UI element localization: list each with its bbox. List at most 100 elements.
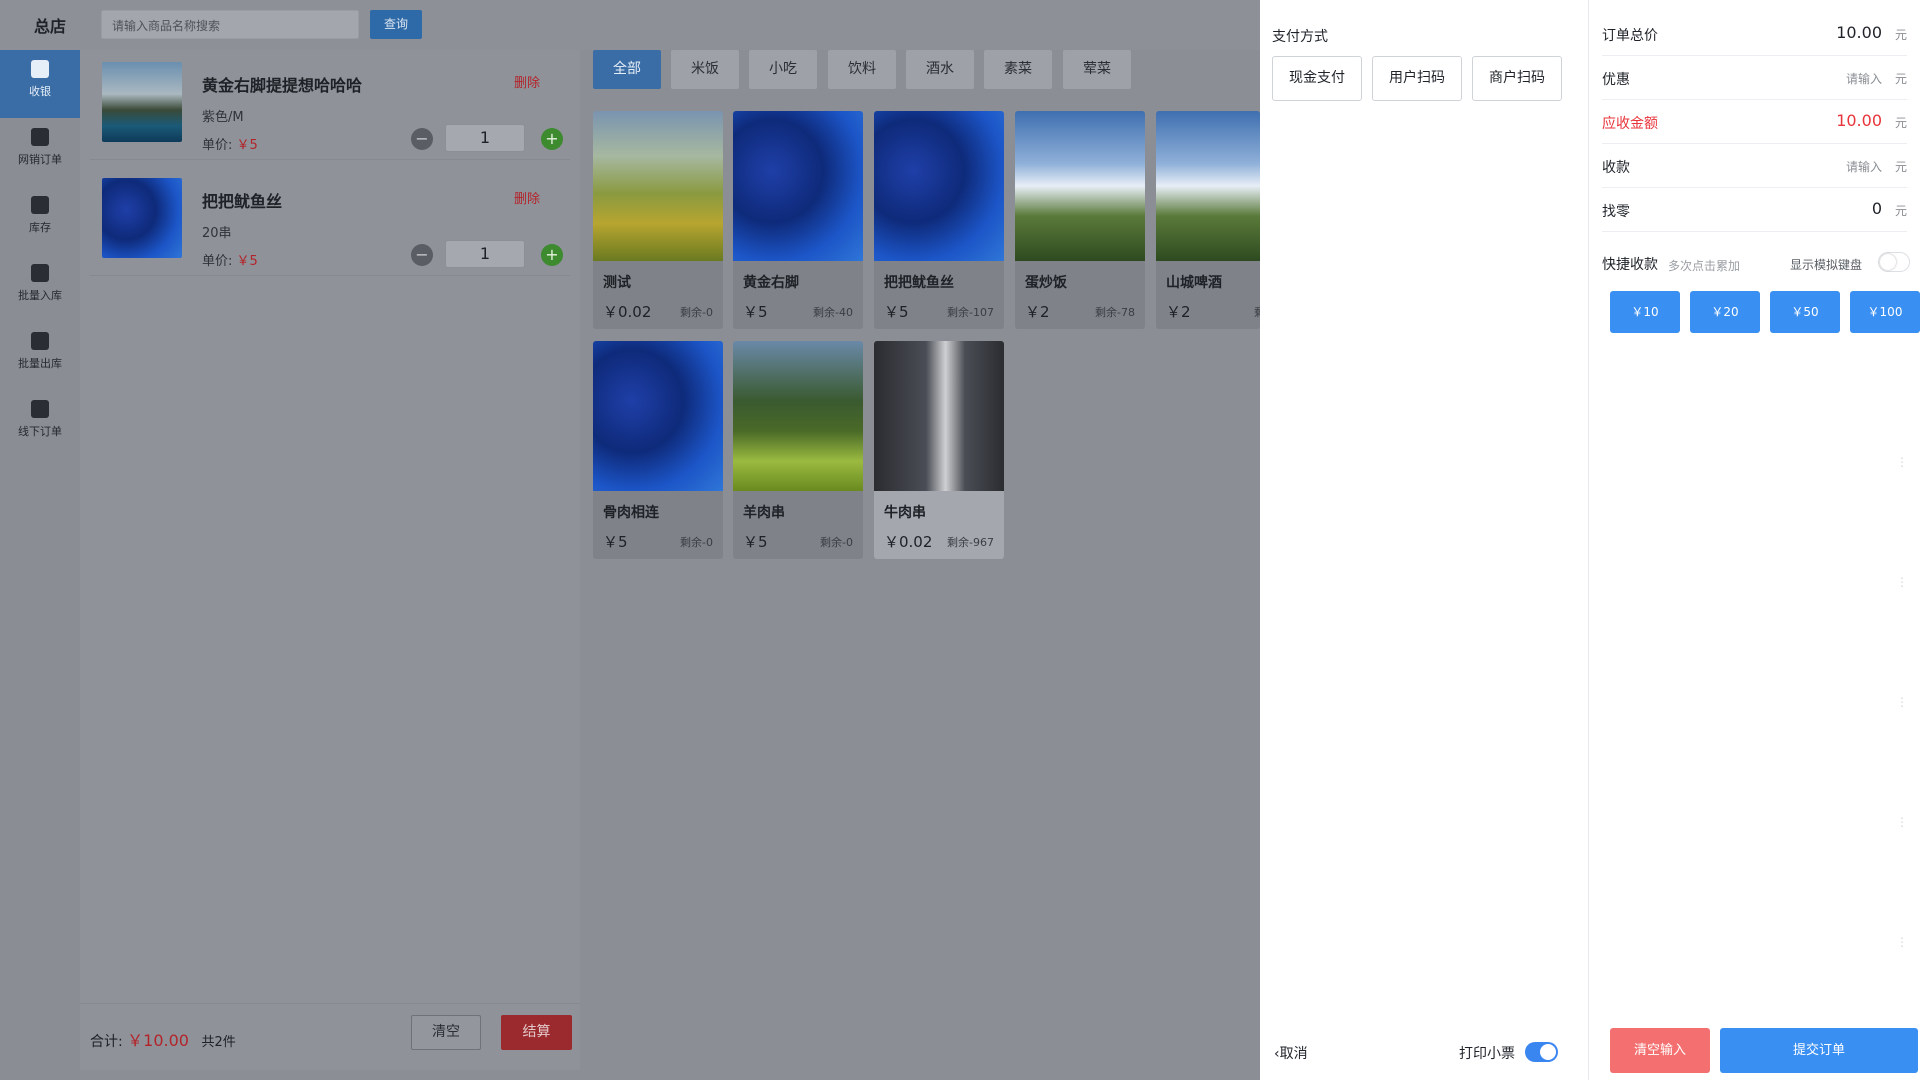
category-tab-drink[interactable]: 饮料 — [828, 50, 896, 89]
category-tab-all[interactable]: 全部 — [593, 50, 661, 89]
clear-input-button[interactable]: 清空输入 — [1610, 1028, 1710, 1073]
product-card[interactable]: 山城啤酒￥2剩余 — [1156, 111, 1260, 329]
quick-amount-50[interactable]: ￥50 — [1770, 291, 1840, 333]
product-card[interactable]: 羊肉串 ￥5 剩余-0 — [733, 341, 863, 559]
minus-icon[interactable]: − — [411, 128, 433, 150]
cash-payment-button[interactable]: 现金支付 — [1272, 56, 1362, 101]
received-label: 收款 — [1602, 160, 1630, 176]
discount-input[interactable]: 请输入 — [1846, 70, 1882, 87]
product-card[interactable]: 牛肉串 ￥0.02 剩余-967 — [874, 341, 1004, 559]
quick-amount-100[interactable]: ￥100 — [1850, 291, 1920, 333]
cancel-button[interactable]: ‹取消 — [1274, 1043, 1308, 1063]
search-input[interactable]: 请输入商品名称搜索 — [101, 10, 359, 39]
product-price: ￥5 — [743, 303, 768, 321]
product-image — [593, 111, 723, 261]
product-price: ￥5 — [603, 533, 628, 551]
order-total-value: 10.00 — [1836, 23, 1882, 42]
print-receipt-toggle[interactable] — [1525, 1042, 1558, 1062]
product-image — [733, 341, 863, 491]
submit-order-button[interactable]: 提交订单 — [1720, 1028, 1918, 1073]
product-image — [733, 111, 863, 261]
merchant-scan-button[interactable]: 商户扫码 — [1472, 56, 1562, 101]
virtual-keyboard-label: 显示模拟键盘 — [1790, 258, 1863, 272]
unit-label: 元 — [1894, 72, 1907, 86]
product-name: 蛋炒饭 — [1025, 275, 1067, 291]
discount-label: 优惠 — [1602, 72, 1630, 88]
search-button[interactable]: 查询 — [370, 10, 422, 39]
product-name: 黄金右脚 — [743, 275, 799, 291]
item-count: 共2件 — [201, 1035, 236, 1050]
quick-pay-label: 快捷收款 — [1602, 257, 1658, 273]
product-name: 把把鱿鱼丝 — [884, 275, 954, 291]
phone-icon — [31, 128, 49, 146]
checkout-button[interactable]: 结算 — [501, 1015, 572, 1050]
cart-item-name: 把把鱿鱼丝 — [202, 192, 283, 211]
cart-item: 把把鱿鱼丝 20串 单价: ￥5 删除 − 1 + — [90, 166, 570, 276]
category-tab-rice[interactable]: 米饭 — [671, 50, 739, 89]
sidebar-item-batch-inbound[interactable]: 批量入库 — [0, 254, 80, 322]
order-total-label: 订单总价 — [1602, 28, 1658, 44]
sidebar-item-label: 批量入库 — [18, 289, 62, 302]
product-card[interactable]: 测试 ￥0.02 剩余-0 — [593, 111, 723, 329]
sidebar-item-label: 批量出库 — [18, 357, 62, 370]
order-total-row: 订单总价 10.00 元 — [1602, 12, 1907, 56]
category-tab-vegetable[interactable]: 素菜 — [984, 50, 1052, 89]
price-label: 单价: — [202, 138, 233, 153]
product-name: 骨肉相连 — [603, 505, 659, 521]
receivable-row: 应收金额 10.00 元 — [1602, 100, 1907, 144]
product-image — [593, 341, 723, 491]
more-icon: ⋮ — [1896, 695, 1908, 709]
price-value: ￥5 — [236, 138, 258, 153]
virtual-keyboard-toggle[interactable] — [1878, 252, 1910, 272]
delete-button[interactable]: 删除 — [514, 72, 540, 91]
product-image — [874, 341, 1004, 491]
product-card[interactable]: 蛋炒饭 ￥2 剩余-78 — [1015, 111, 1145, 329]
minus-icon[interactable]: − — [411, 244, 433, 266]
clear-cart-button[interactable]: 清空 — [411, 1015, 481, 1050]
category-tab-snack[interactable]: 小吃 — [749, 50, 817, 89]
sidebar-item-batch-outbound[interactable]: 批量出库 — [0, 322, 80, 390]
quick-amount-10[interactable]: ￥10 — [1610, 291, 1680, 333]
sidebar-item-cashier[interactable]: 收银 — [0, 50, 80, 118]
unit-label: 元 — [1894, 160, 1907, 174]
sidebar-item-label: 库存 — [29, 221, 51, 234]
category-tab-meat[interactable]: 荤菜 — [1063, 50, 1131, 89]
cart-item-spec: 紫色/M — [202, 110, 244, 125]
quantity-input[interactable]: 1 — [445, 240, 525, 268]
product-image — [102, 62, 182, 142]
outbound-icon — [31, 332, 49, 350]
change-value: 0 — [1871, 199, 1882, 218]
product-image — [874, 111, 1004, 261]
plus-icon[interactable]: + — [541, 128, 563, 150]
sidebar-item-offline-orders[interactable]: 线下订单 — [0, 390, 80, 458]
quick-pay-hint: 多次点击累加 — [1668, 259, 1741, 273]
product-image — [102, 178, 182, 258]
product-stock: 剩余-107 — [947, 306, 994, 319]
more-icon: ⋮ — [1896, 575, 1908, 589]
cashier-icon — [31, 60, 49, 78]
product-card[interactable]: 把把鱿鱼丝 ￥5 剩余-107 — [874, 111, 1004, 329]
delete-button[interactable]: 删除 — [514, 188, 540, 207]
quantity-input[interactable]: 1 — [445, 124, 525, 152]
product-stock: 剩余-0 — [680, 536, 713, 549]
product-stock: 剩余-967 — [947, 536, 994, 549]
product-stock: 剩余-0 — [820, 536, 853, 549]
change-row: 找零 0 元 — [1602, 188, 1907, 232]
product-name: 牛肉串 — [884, 505, 926, 521]
more-icon: ⋮ — [1896, 815, 1908, 829]
product-stock: 剩余-40 — [813, 306, 853, 319]
user-scan-button[interactable]: 用户扫码 — [1372, 56, 1462, 101]
category-tab-alcohol[interactable]: 酒水 — [906, 50, 974, 89]
quick-amount-20[interactable]: ￥20 — [1690, 291, 1760, 333]
product-card[interactable]: 黄金右脚 ￥5 剩余-40 — [733, 111, 863, 329]
plus-icon[interactable]: + — [541, 244, 563, 266]
sidebar-item-online-orders[interactable]: 网销订单 — [0, 118, 80, 186]
product-price: ￥2 — [1166, 303, 1191, 321]
product-stock: 剩余-78 — [1095, 306, 1135, 319]
product-image — [1156, 111, 1260, 261]
product-price: ￥2 — [1025, 303, 1050, 321]
received-input[interactable]: 请输入 — [1846, 158, 1882, 175]
cart-total: 合计: ￥10.00 共2件 — [90, 1027, 236, 1051]
product-card[interactable]: 骨肉相连 ￥5 剩余-0 — [593, 341, 723, 559]
sidebar-item-inventory[interactable]: 库存 — [0, 186, 80, 254]
